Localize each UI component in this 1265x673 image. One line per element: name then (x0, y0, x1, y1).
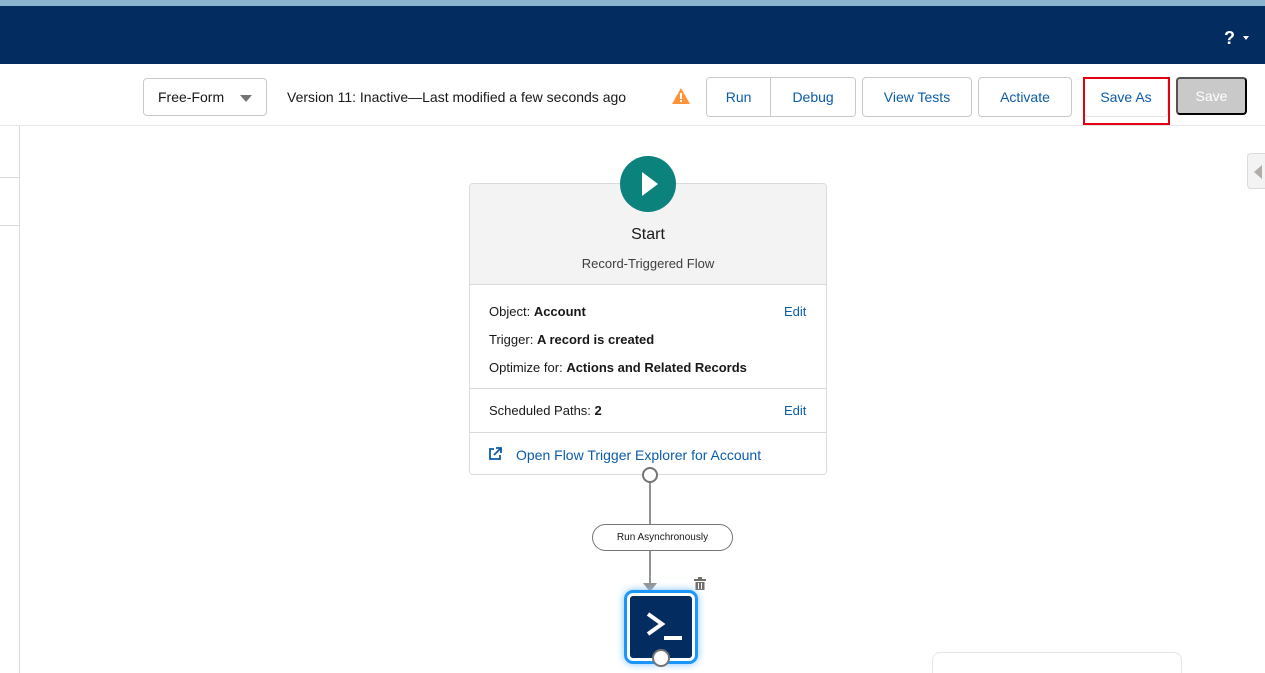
external-link-icon[interactable] (488, 447, 502, 461)
help-icon[interactable]: ? (1224, 28, 1235, 49)
connector-node[interactable] (652, 649, 670, 667)
start-node-subtitle: Record-Triggered Flow (581, 256, 715, 271)
object-row: Object: Account (489, 304, 586, 319)
run-asynchronously-pill[interactable]: Run Asynchronously (592, 524, 733, 551)
warning-triangle-icon[interactable] (672, 88, 690, 104)
object-label: Object: (489, 304, 531, 319)
run-debug-group: Run Debug (706, 77, 856, 117)
activate-button[interactable]: Activate (978, 77, 1072, 117)
card-divider (470, 432, 826, 433)
scheduled-paths-row: Scheduled Paths: 2 (489, 403, 602, 418)
run-button[interactable]: Run (707, 78, 771, 116)
arrow-down-icon (643, 583, 657, 592)
terminal-prompt-icon (646, 612, 682, 640)
connector-node[interactable] (642, 467, 658, 483)
chevron-down-icon (240, 95, 252, 102)
debug-button[interactable]: Debug (770, 78, 855, 116)
edit-scheduled-paths-link[interactable]: Edit (784, 403, 806, 418)
optimize-label: Optimize for: (489, 360, 563, 375)
toolbox-divider (0, 225, 20, 226)
toolbox-divider (0, 177, 20, 178)
play-icon (620, 156, 676, 212)
optimize-row: Optimize for: Actions and Related Record… (489, 360, 747, 375)
optimize-value: Actions and Related Records (566, 360, 747, 375)
connector-line (649, 483, 651, 524)
trigger-label: Trigger: (489, 332, 534, 347)
toolbox-panel (0, 126, 20, 673)
version-status: Version 11: Inactive—Last modified a few… (287, 89, 627, 105)
connector-line (649, 551, 651, 584)
panel-toggle-tab[interactable] (1247, 153, 1265, 189)
trash-icon[interactable] (694, 577, 706, 590)
trigger-value: A record is created (536, 332, 655, 347)
start-node-title: Start (631, 226, 665, 243)
object-value: Account (533, 304, 586, 319)
header-top-strip (0, 0, 1265, 6)
global-header (0, 0, 1265, 64)
view-tests-button[interactable]: View Tests (862, 77, 972, 117)
save-button[interactable]: Save (1176, 77, 1247, 115)
layout-select[interactable]: Free-Form (143, 78, 267, 116)
trigger-row: Trigger: A record is created (489, 332, 654, 347)
scheduled-value: 2 (594, 403, 602, 418)
card-divider (470, 388, 826, 389)
flow-trigger-explorer-link[interactable]: Open Flow Trigger Explorer for Account (516, 447, 761, 463)
save-as-highlight (1083, 77, 1170, 125)
canvas-overlay-panel (932, 652, 1182, 673)
layout-select-value: Free-Form (158, 89, 225, 105)
edit-trigger-link[interactable]: Edit (784, 304, 806, 319)
scheduled-label: Scheduled Paths: (489, 403, 591, 418)
chevron-down-icon[interactable] (1243, 36, 1249, 40)
